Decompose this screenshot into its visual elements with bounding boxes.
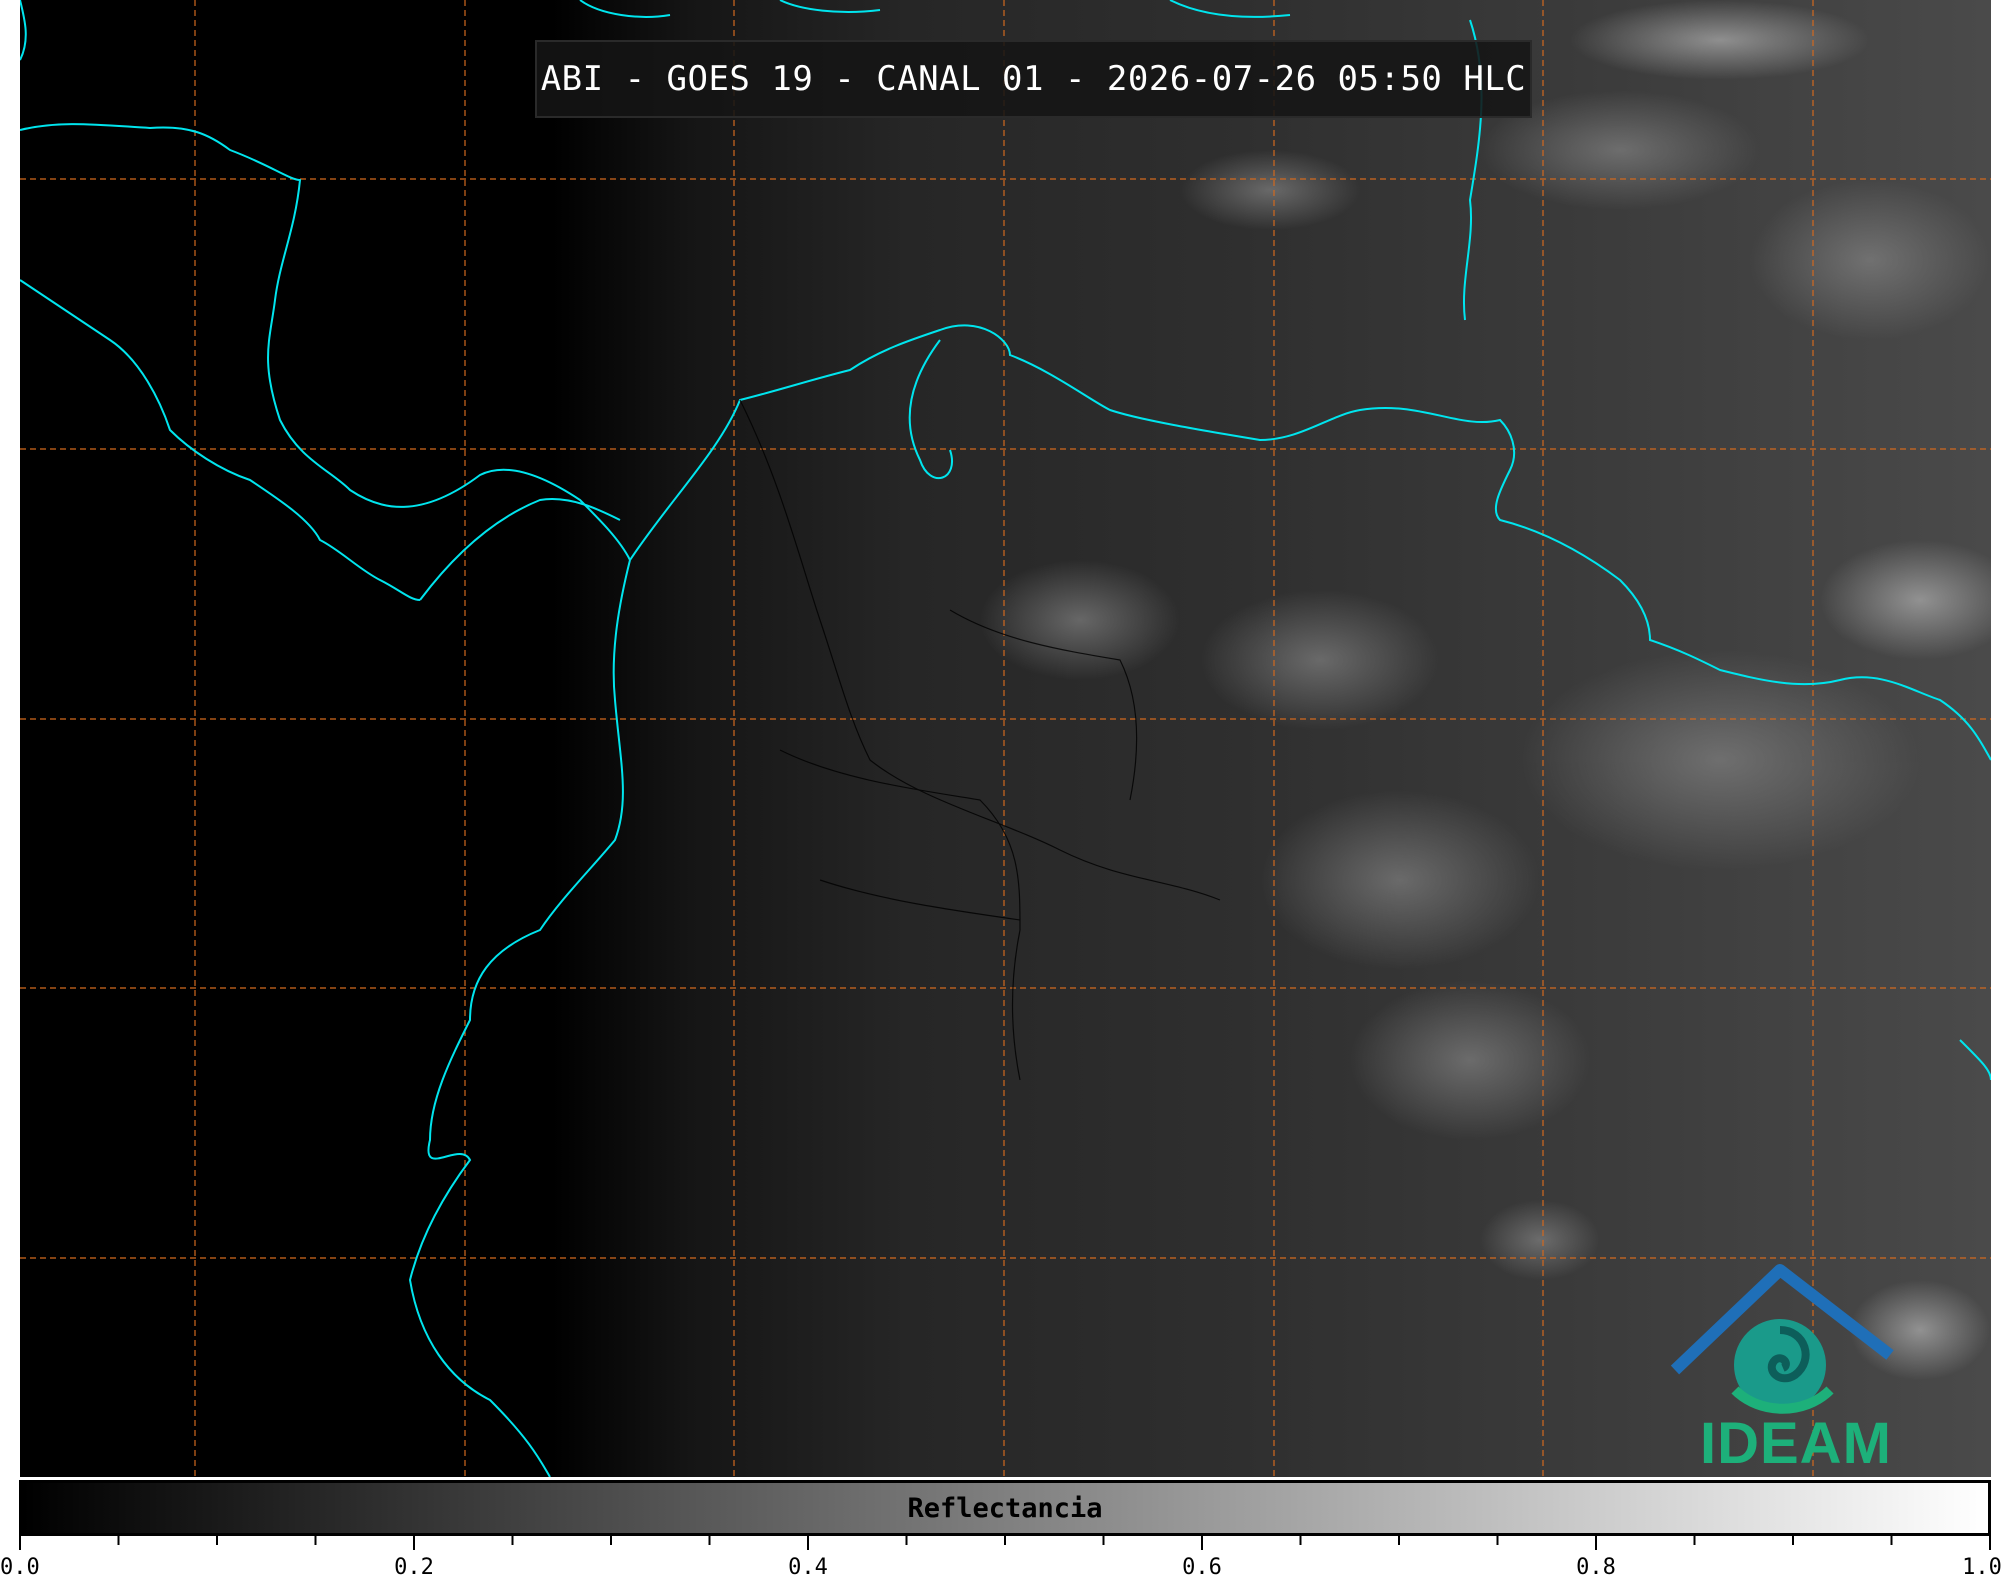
- colorbar-label: Reflectancia: [907, 1492, 1103, 1524]
- colorbar-tick-label: 0.6: [1182, 1555, 1222, 1580]
- colorbar-tick-label: 0.2: [394, 1555, 434, 1580]
- colorbar-tick-label: 1.0: [1962, 1555, 2002, 1580]
- colorbar-ticks: [19, 1536, 1991, 1550]
- colorbar: Reflectancia: [19, 1480, 1991, 1536]
- satellite-map[interactable]: ABI - GOES 19 - CANAL 01 - 2026-07-26 05…: [20, 0, 1991, 1477]
- logo-wordmark: IDEAM: [1700, 1411, 1892, 1476]
- colorbar-tick-label: 0.8: [1576, 1555, 1616, 1580]
- colorbar-tick-label: 0.0: [0, 1555, 40, 1580]
- colorbar-tick-label: 0.4: [788, 1555, 828, 1580]
- map-title: ABI - GOES 19 - CANAL 01 - 2026-07-26 05…: [535, 40, 1532, 118]
